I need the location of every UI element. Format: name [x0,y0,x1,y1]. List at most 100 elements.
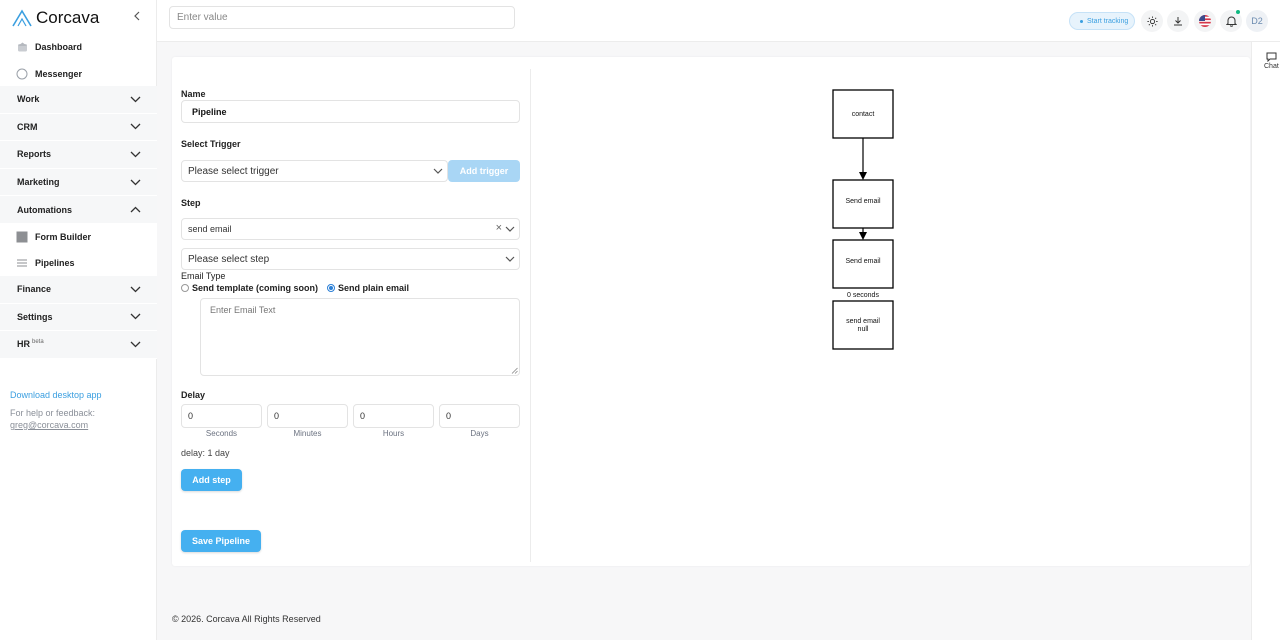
sidebar-group-automations[interactable]: Automations [0,196,157,224]
send-plain-email-label: Send plain email [338,283,410,293]
send-plain-email-radio[interactable] [327,284,336,292]
chevron-down-icon [130,341,141,348]
next-step-select[interactable]: Please select step [181,248,520,270]
next-step-select-value: Please select step [188,253,270,265]
chevron-down-icon [130,179,141,185]
sidebar-group-marketing[interactable]: Marketing [0,168,157,197]
sidebar: Corcava Dashboard Messenger Work CRM Rep [0,0,157,640]
chat-button[interactable]: Chat [1264,52,1279,70]
sidebar-group-settings[interactable]: Settings [0,303,157,332]
start-tracking-button[interactable]: Start tracking [1069,12,1136,30]
sidebar-group-crm[interactable]: CRM [0,113,157,142]
email-text-input[interactable] [200,298,520,376]
select-trigger-label: Select Trigger [181,139,241,149]
theme-toggle-button[interactable] [1141,10,1163,32]
notification-dot [1236,10,1240,14]
chat-rail: Chat [1251,42,1280,640]
sidebar-group-reports[interactable]: Reports [0,141,157,169]
bell-icon [1225,16,1237,27]
avatar[interactable]: D2 [1246,10,1268,32]
delay-days-caption: Days [470,429,489,438]
us-flag-icon [1199,15,1211,27]
top-bar: Start tracking D2 [157,0,1280,42]
chevron-down-icon [433,168,443,174]
download-icon [1174,17,1182,26]
chevron-up-icon [130,206,141,213]
sidebar-group-label: Marketing [17,177,60,188]
delay-minutes-input[interactable] [267,404,348,428]
sidebar-item-label: Messenger [35,68,83,79]
delay-seconds-input[interactable] [181,404,262,428]
sidebar-group-work[interactable]: Work [0,86,157,114]
help-email-link[interactable]: greg@corcava.com [10,420,88,430]
download-desktop-app-link[interactable]: Download desktop app [10,390,102,400]
chevron-down-icon [130,313,141,320]
chevron-down-icon [130,286,141,293]
search-input[interactable] [169,6,515,29]
chat-icon [16,68,28,80]
sidebar-collapse-button[interactable] [130,9,144,23]
sidebar-item-pipelines[interactable]: Pipelines [0,249,157,276]
name-label: Name [181,89,206,99]
chevron-down-icon [130,96,141,103]
delay-hours-input[interactable] [353,404,434,428]
trigger-select-value: Please select trigger [188,165,279,177]
resize-grip-icon[interactable] [511,367,518,374]
delay-hours-caption: Hours [382,429,405,438]
sidebar-group-label: Reports [17,149,52,160]
sidebar-group-hr[interactable]: HR beta [0,331,157,359]
sidebar-group-label: HR beta [17,339,44,350]
chat-bubble-icon [1266,52,1277,62]
sidebar-item-messenger[interactable]: Messenger [0,60,157,87]
footer-copyright: © 2026. Corcava All Rights Reserved [172,614,321,624]
help-text: For help or feedback: greg@corcava.com [10,408,96,430]
delay-minutes-caption: Minutes [293,429,322,438]
brand-logo[interactable]: Corcava [12,8,99,28]
sidebar-item-form-builder[interactable]: Form Builder [0,223,157,250]
home-icon [16,41,28,53]
chat-label: Chat [1264,63,1279,70]
email-type-label: Email Type [181,271,226,281]
delay-seconds-caption: Seconds [205,429,238,438]
delay-label: Delay [181,390,206,400]
trigger-select[interactable]: Please select trigger [181,160,448,182]
add-trigger-button[interactable]: Add trigger [448,160,520,182]
notifications-button[interactable] [1220,10,1242,32]
send-template-label: Send template (coming soon) [192,283,319,293]
chevron-down-icon [505,256,515,262]
brand-name: Corcava [36,8,100,27]
corcava-logo-icon [12,9,32,27]
sidebar-group-label: CRM [17,121,38,132]
step-select[interactable]: send email × [181,218,520,240]
chevron-down-icon [505,226,515,232]
sidebar-group-label: Work [17,94,40,105]
sidebar-group-label: Finance [17,284,52,295]
sidebar-group-label: Settings [17,311,53,322]
delay-days-input[interactable] [439,404,520,428]
sidebar-group-finance[interactable]: Finance [0,275,157,304]
step-select-value: send email [188,224,232,234]
sidebar-item-label: Pipelines [35,257,75,268]
panel-divider [530,69,531,562]
chevron-down-icon [130,151,141,158]
sidebar-item-dashboard[interactable]: Dashboard [0,33,157,60]
beta-badge: beta [32,339,44,346]
sun-icon [1146,15,1158,27]
send-template-radio[interactable] [181,284,189,292]
add-step-button[interactable]: Add step [181,469,242,491]
download-button[interactable] [1167,10,1189,32]
email-type-options: Send template (coming soon) Send plain e… [181,283,409,293]
pipeline-name-input[interactable] [181,100,520,123]
chevron-down-icon [130,123,141,130]
sidebar-group-label: Automations [17,204,72,215]
delay-summary: delay: 1 day [181,448,230,458]
list-icon [17,259,27,267]
form-icon [16,231,28,243]
sidebar-item-label: Form Builder [35,231,92,242]
save-pipeline-button[interactable]: Save Pipeline [181,530,261,552]
language-button[interactable] [1194,10,1216,32]
sidebar-item-label: Dashboard [35,41,83,52]
step-label: Step [181,198,201,208]
clear-icon[interactable]: × [496,222,502,234]
chevron-left-icon [134,11,140,21]
